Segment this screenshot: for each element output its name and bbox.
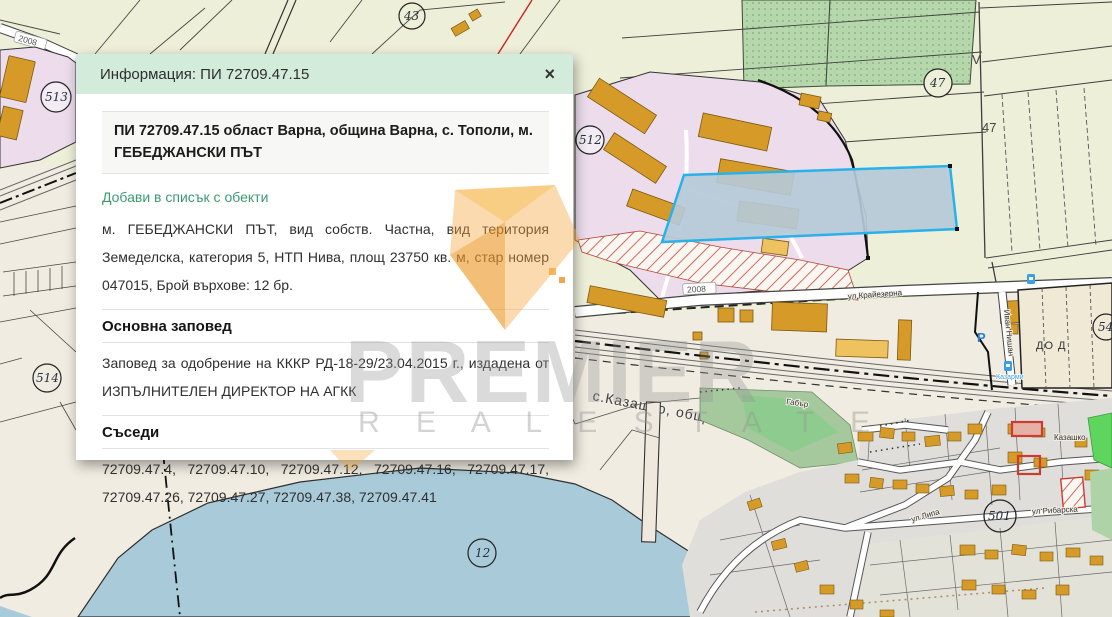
light-building bbox=[836, 339, 889, 358]
parcel-details: м. ГЕБЕДЖАНСКИ ПЪТ, вид собств. Частна, … bbox=[102, 215, 549, 299]
svg-text:54: 54 bbox=[1098, 320, 1112, 334]
svg-text:512: 512 bbox=[579, 133, 602, 147]
neighbors-list: 72709.47.4, 72709.47.10, 72709.47.12, 72… bbox=[102, 455, 549, 511]
parcel-heading: ПИ 72709.47.15 област Варна, община Варн… bbox=[102, 111, 549, 174]
popup-title: Информация: ПИ 72709.47.15 bbox=[100, 66, 309, 83]
road-label-2008: 2008 bbox=[683, 282, 717, 295]
block-47-label: 47 bbox=[982, 120, 996, 135]
svg-text:2008: 2008 bbox=[687, 284, 707, 295]
kazashko-label: Казашко bbox=[1054, 433, 1086, 442]
parcel-circle-47: 47 bbox=[924, 69, 952, 97]
svg-text:43: 43 bbox=[403, 9, 420, 23]
svg-text:514: 514 bbox=[36, 371, 59, 385]
section-neighbors-title: Съседи bbox=[102, 415, 549, 449]
green-parcel-light bbox=[1090, 468, 1112, 540]
zone-v-label: V bbox=[972, 52, 981, 67]
svg-text:ДО Д: ДО Д bbox=[1036, 340, 1067, 352]
add-to-list-link[interactable]: Добави в списък с обекти bbox=[102, 189, 549, 205]
svg-text:12: 12 bbox=[475, 546, 490, 560]
kazarmi-parcel: 54 ДО Д bbox=[1018, 283, 1112, 388]
info-popup: Информация: ПИ 72709.47.15 × ПИ 72709.47… bbox=[76, 54, 573, 460]
popup-body: ПИ 72709.47.15 област Варна, община Варн… bbox=[76, 94, 573, 511]
parking-icon: P bbox=[977, 330, 986, 345]
close-icon[interactable]: × bbox=[544, 65, 555, 83]
svg-text:47: 47 bbox=[929, 76, 946, 90]
order-text: Заповед за одобрение на КККР РД-18-29/23… bbox=[102, 349, 549, 405]
screenshot-root: 2008 513 514 43 bbox=[0, 0, 1112, 617]
svg-text:513: 513 bbox=[45, 90, 68, 104]
svg-text:501: 501 bbox=[988, 509, 1011, 523]
popup-header: Информация: ПИ 72709.47.15 × bbox=[76, 54, 573, 94]
kazarmi-label: Казарми bbox=[996, 374, 1024, 381]
section-order-title: Основна заповед bbox=[102, 309, 549, 343]
